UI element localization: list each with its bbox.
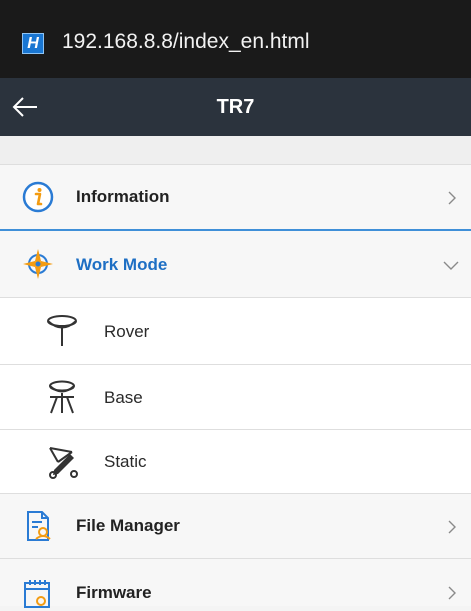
submenu-item-static-label: Static — [104, 452, 147, 471]
url-text[interactable]: 192.168.8.8/index_en.html — [62, 30, 310, 54]
menu-item-information-label: Information — [76, 187, 170, 206]
file-search-icon — [27, 511, 51, 541]
chevron-right-icon — [448, 586, 456, 600]
browser-logo-letter: H — [27, 34, 39, 52]
info-circle-icon — [22, 181, 54, 213]
menu-item-work-mode-label: Work Mode — [76, 255, 168, 274]
chevron-down-icon — [443, 261, 459, 270]
base-tripod-icon — [49, 380, 75, 414]
top-spacer — [0, 136, 471, 164]
compass-icon — [23, 249, 53, 279]
menu-item-file-manager-label: File Manager — [76, 516, 180, 535]
app-header: TR7 — [0, 78, 471, 136]
submenu-item-rover-label: Rover — [104, 322, 150, 341]
chevron-right-icon — [448, 520, 456, 534]
static-survey-icon — [49, 447, 78, 479]
firmware-calendar-icon — [24, 580, 50, 608]
submenu-item-rover[interactable]: Rover — [0, 298, 471, 365]
submenu-item-static[interactable]: Static — [0, 430, 471, 494]
menu-item-firmware-label: Firmware — [76, 583, 152, 602]
submenu-item-base-label: Base — [104, 388, 143, 407]
menu-item-work-mode[interactable]: Work Mode — [0, 231, 471, 298]
page-title: TR7 — [216, 96, 255, 118]
browser-logo-icon: H — [22, 33, 44, 54]
rover-antenna-icon — [47, 315, 77, 346]
chevron-right-icon — [448, 191, 456, 205]
menu-item-file-manager[interactable]: File Manager — [0, 494, 471, 559]
submenu-item-base[interactable]: Base — [0, 365, 471, 430]
menu-item-information[interactable]: Information — [0, 164, 471, 230]
menu-item-firmware[interactable]: Firmware — [0, 559, 471, 608]
browser-address-bar: H 192.168.8.8/index_en.html — [0, 0, 471, 78]
